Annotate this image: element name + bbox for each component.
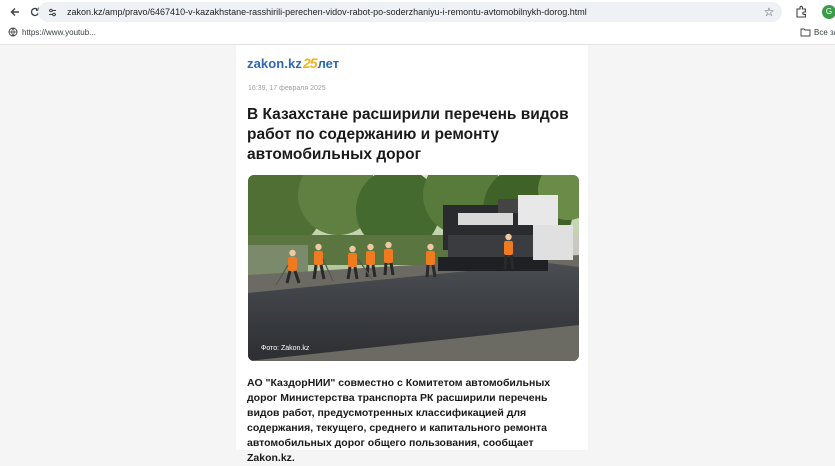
- url-text[interactable]: zakon.kz/amp/pravo/6467410-v-kazakhstane…: [67, 7, 587, 17]
- profile-avatar[interactable]: G: [822, 5, 835, 19]
- logo-word: zakon.kz: [247, 56, 302, 71]
- logo-number: 25: [302, 55, 318, 71]
- article-lede: АО "КаздорНИИ" совместно с Комитетом авт…: [247, 377, 551, 464]
- star-icon[interactable]: ☆: [762, 5, 776, 19]
- article-title: В Казахстане расширили перечень видов ра…: [247, 106, 569, 163]
- all-bookmarks-button[interactable]: Все за: [800, 27, 835, 37]
- back-arrow-icon[interactable]: [6, 3, 24, 21]
- article-container: zakon.kz 25 лет 16:39, 17 февраля 2025 В…: [236, 45, 588, 464]
- road-works-illustration: [248, 175, 579, 361]
- all-bookmarks-label: Все за: [814, 27, 835, 37]
- article-timestamp: 16:39, 17 февраля 2025: [248, 85, 326, 92]
- address-bar[interactable]: zakon.kz/amp/pravo/6467410-v-kazakhstane…: [38, 2, 782, 22]
- globe-icon: [8, 27, 18, 37]
- site-info-icon[interactable]: [45, 5, 59, 19]
- folder-icon: [800, 28, 811, 37]
- bookmarks-bar: https://www.youtub... Все за: [0, 24, 835, 45]
- photo-caption: Фото: Zakon.kz: [261, 345, 310, 352]
- bookmark-youtube[interactable]: https://www.youtub...: [8, 27, 96, 37]
- site-logo[interactable]: zakon.kz 25 лет: [247, 55, 339, 71]
- article-photo: Фото: Zakon.kz: [248, 175, 579, 361]
- browser-toolbar: zakon.kz/amp/pravo/6467410-v-kazakhstane…: [0, 0, 835, 24]
- logo-suffix: лет: [317, 56, 340, 71]
- bookmark-label: https://www.youtub...: [22, 27, 96, 37]
- extensions-icon[interactable]: [795, 5, 809, 19]
